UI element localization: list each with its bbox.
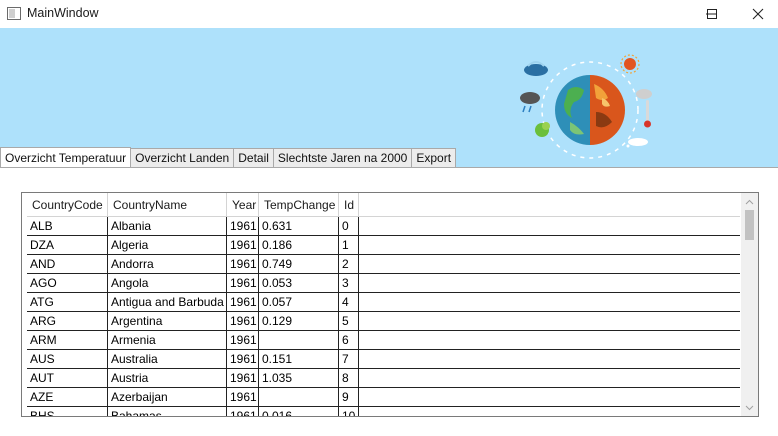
scrollbar-thumb[interactable] bbox=[745, 210, 754, 240]
cell-countryname[interactable]: Algeria bbox=[108, 236, 227, 254]
cell-tempchange[interactable] bbox=[259, 388, 339, 406]
cell-tempchange[interactable]: 0.057 bbox=[259, 293, 339, 311]
table-row[interactable]: AND Andorra 1961 0.749 2 bbox=[27, 255, 740, 274]
tab-overzicht-temperatuur[interactable]: Overzicht Temperatuur bbox=[0, 147, 132, 168]
vertical-scrollbar[interactable] bbox=[741, 193, 758, 416]
cell-countryname[interactable]: Armenia bbox=[108, 331, 227, 349]
cell-year[interactable]: 1961 bbox=[227, 293, 259, 311]
cell-countrycode[interactable]: ALB bbox=[27, 217, 108, 235]
main-window: MainWindow Overzicht Temperatuur Overzic… bbox=[0, 0, 778, 436]
table-row[interactable]: ALB Albania 1961 0.631 0 bbox=[27, 217, 740, 236]
scroll-up-button[interactable] bbox=[741, 193, 758, 210]
tab-overzicht-landen[interactable]: Overzicht Landen bbox=[131, 148, 235, 168]
window-title: MainWindow bbox=[27, 6, 99, 20]
cell-year[interactable]: 1961 bbox=[227, 331, 259, 349]
cell-year[interactable]: 1961 bbox=[227, 407, 259, 416]
cell-tempchange[interactable]: 0.016 bbox=[259, 407, 339, 416]
column-header-countryname[interactable]: CountryName bbox=[108, 193, 227, 217]
cell-id[interactable]: 9 bbox=[339, 388, 359, 406]
cell-countryname[interactable]: Bahamas bbox=[108, 407, 227, 416]
cell-id[interactable]: 1 bbox=[339, 236, 359, 254]
tab-detail[interactable]: Detail bbox=[234, 148, 274, 168]
column-header-year[interactable]: Year bbox=[227, 193, 259, 217]
title-bar[interactable]: MainWindow bbox=[0, 0, 778, 28]
cell-id[interactable]: 0 bbox=[339, 217, 359, 235]
cell-countryname[interactable]: Argentina bbox=[108, 312, 227, 330]
cell-countryname[interactable]: Albania bbox=[108, 217, 227, 235]
temperature-data-grid[interactable]: CountryCode CountryName Year TempChange … bbox=[21, 192, 759, 417]
table-row[interactable]: AZE Azerbaijan 1961 9 bbox=[27, 388, 740, 407]
cell-year[interactable]: 1961 bbox=[227, 274, 259, 292]
cell-countrycode[interactable]: AUS bbox=[27, 350, 108, 368]
maximize-button[interactable] bbox=[689, 0, 735, 28]
chevron-up-icon bbox=[745, 199, 754, 204]
cell-year[interactable]: 1961 bbox=[227, 312, 259, 330]
close-icon bbox=[752, 8, 764, 20]
chevron-down-icon bbox=[745, 405, 754, 410]
close-button[interactable] bbox=[735, 0, 778, 28]
cell-tempchange[interactable] bbox=[259, 331, 339, 349]
cell-year[interactable]: 1961 bbox=[227, 350, 259, 368]
column-header-tempchange[interactable]: TempChange bbox=[259, 193, 339, 217]
cell-id[interactable]: 8 bbox=[339, 369, 359, 387]
cell-tempchange[interactable]: 0.631 bbox=[259, 217, 339, 235]
scroll-down-button[interactable] bbox=[741, 399, 758, 416]
cell-id[interactable]: 10 bbox=[339, 407, 359, 416]
table-row[interactable]: AUT Austria 1961 1.035 8 bbox=[27, 369, 740, 388]
cell-countryname[interactable]: Austria bbox=[108, 369, 227, 387]
cell-tempchange[interactable]: 0.151 bbox=[259, 350, 339, 368]
cell-id[interactable]: 2 bbox=[339, 255, 359, 273]
cell-year[interactable]: 1961 bbox=[227, 217, 259, 235]
cell-countrycode[interactable]: AZE bbox=[27, 388, 108, 406]
cell-tempchange[interactable]: 0.749 bbox=[259, 255, 339, 273]
cell-countrycode[interactable]: AND bbox=[27, 255, 108, 273]
grid-header-row: CountryCode CountryName Year TempChange … bbox=[27, 193, 740, 217]
column-header-countrycode[interactable]: CountryCode bbox=[27, 193, 108, 217]
cell-tempchange[interactable]: 0.129 bbox=[259, 312, 339, 330]
cell-countrycode[interactable]: ARG bbox=[27, 312, 108, 330]
cell-tempchange[interactable]: 1.035 bbox=[259, 369, 339, 387]
cell-countryname[interactable]: Azerbaijan bbox=[108, 388, 227, 406]
cell-countrycode[interactable]: ARM bbox=[27, 331, 108, 349]
tab-content-panel: CountryCode CountryName Year TempChange … bbox=[0, 167, 778, 436]
tab-export[interactable]: Export bbox=[412, 148, 457, 168]
tab-slechtste-jaren[interactable]: Slechtste Jaren na 2000 bbox=[273, 148, 413, 168]
table-row[interactable]: BHS Bahamas 1961 0.016 10 bbox=[27, 407, 740, 416]
app-window-icon bbox=[7, 7, 21, 20]
cell-id[interactable]: 4 bbox=[339, 293, 359, 311]
cell-id[interactable]: 3 bbox=[339, 274, 359, 292]
cell-countryname[interactable]: Andorra bbox=[108, 255, 227, 273]
column-header-id[interactable]: Id bbox=[339, 193, 359, 217]
tab-strip: Overzicht Temperatuur Overzicht Landen D… bbox=[0, 147, 457, 168]
cell-countrycode[interactable]: BHS bbox=[27, 407, 108, 416]
cell-tempchange[interactable]: 0.186 bbox=[259, 236, 339, 254]
cell-countryname[interactable]: Angola bbox=[108, 274, 227, 292]
cell-countrycode[interactable]: AGO bbox=[27, 274, 108, 292]
cell-year[interactable]: 1961 bbox=[227, 388, 259, 406]
table-row[interactable]: DZA Algeria 1961 0.186 1 bbox=[27, 236, 740, 255]
maximize-icon bbox=[707, 9, 717, 19]
cell-countryname[interactable]: Australia bbox=[108, 350, 227, 368]
cell-countrycode[interactable]: AUT bbox=[27, 369, 108, 387]
cell-year[interactable]: 1961 bbox=[227, 255, 259, 273]
cell-id[interactable]: 6 bbox=[339, 331, 359, 349]
cell-id[interactable]: 7 bbox=[339, 350, 359, 368]
cell-countrycode[interactable]: ATG bbox=[27, 293, 108, 311]
cell-year[interactable]: 1961 bbox=[227, 236, 259, 254]
cell-tempchange[interactable]: 0.053 bbox=[259, 274, 339, 292]
table-row[interactable]: ARM Armenia 1961 6 bbox=[27, 331, 740, 350]
cell-id[interactable]: 5 bbox=[339, 312, 359, 330]
table-row[interactable]: AUS Australia 1961 0.151 7 bbox=[27, 350, 740, 369]
cell-year[interactable]: 1961 bbox=[227, 369, 259, 387]
table-row[interactable]: ATG Antigua and Barbuda 1961 0.057 4 bbox=[27, 293, 740, 312]
grid-viewport: CountryCode CountryName Year TempChange … bbox=[27, 193, 740, 416]
table-row[interactable]: AGO Angola 1961 0.053 3 bbox=[27, 274, 740, 293]
table-row[interactable]: ARG Argentina 1961 0.129 5 bbox=[27, 312, 740, 331]
climate-globe-illustration bbox=[520, 54, 652, 159]
cell-countryname[interactable]: Antigua and Barbuda bbox=[108, 293, 227, 311]
cell-countrycode[interactable]: DZA bbox=[27, 236, 108, 254]
